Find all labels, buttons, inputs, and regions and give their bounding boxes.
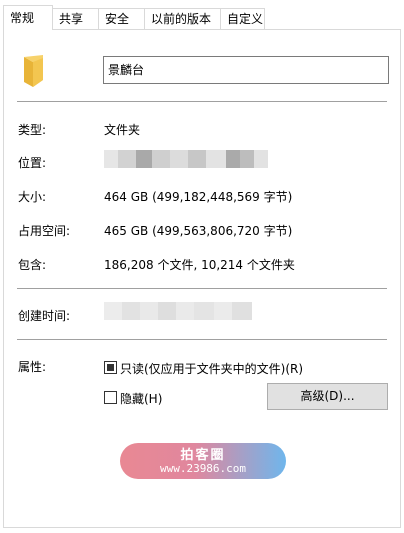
- created-value-redacted: [104, 302, 252, 320]
- created-label: 创建时间:: [18, 309, 71, 323]
- size-value: 464 GB (499,182,448,569 字节): [104, 190, 293, 204]
- tab-general[interactable]: 常规: [3, 5, 53, 30]
- watermark-badge: 拍客圈 www.23986.com: [120, 443, 286, 479]
- watermark-url: www.23986.com: [159, 462, 247, 475]
- readonly-checkbox[interactable]: [104, 361, 117, 374]
- folder-name-input[interactable]: 景麟台: [103, 56, 389, 84]
- tab-bar: 常规 共享 安全 以前的版本 自定义: [0, 0, 404, 30]
- attributes-label: 属性:: [18, 360, 47, 374]
- size-label: 大小:: [18, 190, 47, 204]
- tab-sharing[interactable]: 共享: [52, 8, 99, 29]
- hidden-checkbox[interactable]: [104, 391, 117, 404]
- contains-value: 186,208 个文件, 10,214 个文件夹: [104, 258, 295, 272]
- type-value: 文件夹: [104, 123, 141, 137]
- tab-customize[interactable]: 自定义: [220, 8, 265, 29]
- disk-size-value: 465 GB (499,563,806,720 字节): [104, 224, 293, 238]
- location-value-redacted: [104, 150, 268, 168]
- advanced-button[interactable]: 高级(D)...: [267, 383, 388, 410]
- tab-previous-versions[interactable]: 以前的版本: [144, 8, 221, 29]
- readonly-label: 只读(仅应用于文件夹中的文件)(R): [120, 362, 304, 376]
- type-label: 类型:: [18, 123, 47, 137]
- hidden-label: 隐藏(H): [120, 392, 163, 406]
- disk-size-label: 占用空间:: [18, 224, 71, 238]
- location-label: 位置:: [18, 156, 47, 170]
- separator: [17, 101, 387, 102]
- separator: [17, 288, 387, 289]
- contains-label: 包含:: [18, 258, 47, 272]
- tab-security[interactable]: 安全: [98, 8, 145, 29]
- watermark-title: 拍客圈: [180, 448, 226, 463]
- folder-icon: [24, 55, 43, 87]
- separator: [17, 339, 387, 340]
